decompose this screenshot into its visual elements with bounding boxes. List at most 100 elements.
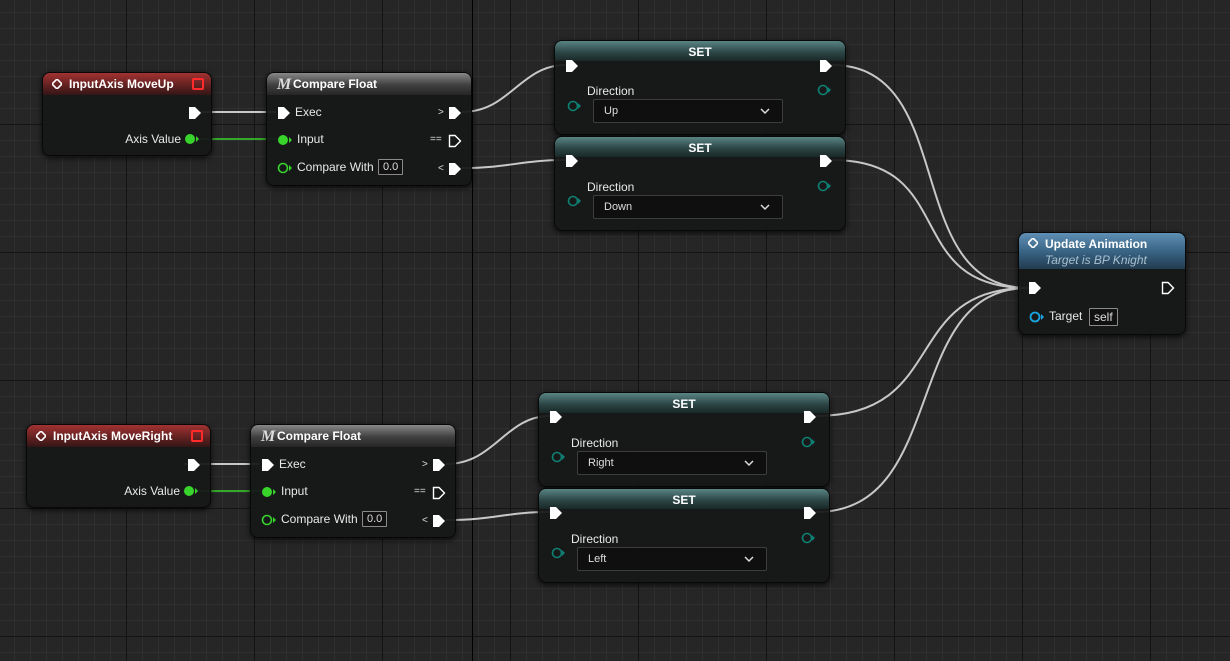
float-in-pin[interactable] — [277, 162, 293, 174]
compare-float-up-node[interactable]: M Compare Float Exec Input Compare With … — [266, 72, 472, 186]
node-header: M Compare Float — [267, 73, 471, 95]
chevron-down-icon — [744, 460, 754, 467]
node-header: SET — [555, 137, 845, 157]
node-title: Compare Float — [293, 77, 378, 91]
function-icon — [1028, 238, 1038, 248]
exec-out-pin[interactable] — [432, 514, 446, 528]
node-title: Compare Float — [277, 429, 362, 443]
target-label: Target — [1049, 309, 1083, 323]
exec-label: Exec — [279, 457, 306, 471]
chevron-down-icon — [744, 556, 754, 563]
node-title: SET — [672, 493, 696, 507]
exec-out-pin[interactable] — [188, 106, 202, 120]
input-axis-moveright-node[interactable]: InputAxis MoveRight Axis Value — [26, 424, 211, 508]
exec-out-pin[interactable] — [448, 162, 462, 176]
direction-label: Direction — [587, 84, 635, 98]
exec-out-pin[interactable] — [187, 458, 201, 472]
set-direction-up-node[interactable]: SET Direction Up — [554, 40, 846, 135]
exec-out-pin[interactable] — [448, 134, 462, 148]
update-animation-node[interactable]: Update Animation Target is BP Knight Tar… — [1018, 232, 1186, 335]
exec-out-pin[interactable] — [448, 106, 462, 120]
enum-out-pin[interactable] — [801, 532, 815, 544]
compare-with-value[interactable]: 0.0 — [362, 511, 388, 527]
dropdown-value: Right — [588, 457, 614, 469]
exec-in-pin[interactable] — [549, 410, 563, 424]
compare-float-right-node[interactable]: M Compare Float Exec Input Compare With … — [250, 424, 456, 538]
input-axis-moveup-node[interactable]: InputAxis MoveUp Axis Value — [42, 72, 212, 156]
direction-dropdown[interactable]: Right — [577, 451, 767, 475]
float-in-pin[interactable] — [261, 486, 277, 498]
direction-label: Direction — [571, 436, 619, 450]
direction-dropdown[interactable]: Up — [593, 99, 783, 123]
chevron-down-icon — [760, 204, 770, 211]
direction-label: Direction — [587, 180, 635, 194]
input-label: Input — [281, 484, 308, 498]
enum-in-pin[interactable] — [567, 195, 581, 207]
greater-label: > — [422, 459, 428, 470]
enum-in-pin[interactable] — [551, 547, 565, 559]
node-header: M Compare Float — [251, 425, 455, 447]
float-in-pin[interactable] — [277, 134, 293, 146]
node-header: InputAxis MoveUp — [43, 73, 211, 95]
exec-out-pin[interactable] — [803, 410, 817, 424]
exec-wire — [445, 511, 551, 521]
event-diamond-icon — [36, 431, 46, 441]
delegate-pin-icon[interactable] — [191, 430, 203, 442]
exec-out-pin[interactable] — [432, 458, 446, 472]
exec-in-pin[interactable] — [261, 458, 275, 472]
node-title: SET — [688, 141, 712, 155]
equal-label: == — [414, 486, 426, 497]
exec-wire — [815, 287, 1029, 513]
enum-out-pin[interactable] — [817, 84, 831, 96]
set-direction-left-node[interactable]: SET Direction Left — [538, 488, 830, 583]
compare-with-value[interactable]: 0.0 — [378, 159, 404, 175]
node-header: SET — [539, 393, 829, 413]
enum-out-pin[interactable] — [817, 180, 831, 192]
axis-value-label: Axis Value — [124, 484, 180, 498]
float-out-pin[interactable] — [183, 485, 199, 497]
direction-label: Direction — [571, 532, 619, 546]
node-header: InputAxis MoveRight — [27, 425, 210, 447]
direction-dropdown[interactable]: Down — [593, 195, 783, 219]
event-diamond-icon — [52, 79, 62, 89]
exec-in-pin[interactable] — [1028, 281, 1042, 295]
greater-label: > — [438, 107, 444, 118]
exec-out-pin[interactable] — [819, 154, 833, 168]
set-direction-right-node[interactable]: SET Direction Right — [538, 392, 830, 487]
delegate-pin-icon[interactable] — [192, 78, 204, 90]
exec-out-pin[interactable] — [819, 59, 833, 73]
equal-label: == — [430, 134, 442, 145]
exec-out-pin[interactable] — [432, 486, 446, 500]
node-subtitle: Target is BP Knight — [1045, 253, 1147, 267]
exec-in-pin[interactable] — [565, 59, 579, 73]
float-in-pin[interactable] — [261, 514, 277, 526]
exec-out-pin[interactable] — [803, 506, 817, 520]
compare-with-label: Compare With — [297, 160, 374, 174]
exec-wire — [445, 415, 551, 465]
enum-in-pin[interactable] — [567, 100, 581, 112]
exec-in-pin[interactable] — [277, 106, 291, 120]
node-header: SET — [555, 41, 845, 61]
input-label: Input — [297, 132, 324, 146]
exec-wire — [461, 64, 567, 113]
object-in-pin[interactable] — [1029, 311, 1045, 323]
node-title: InputAxis MoveUp — [69, 77, 174, 91]
node-title: Update Animation — [1045, 237, 1148, 251]
enum-out-pin[interactable] — [801, 436, 815, 448]
target-value[interactable]: self — [1089, 308, 1118, 326]
exec-in-pin[interactable] — [565, 154, 579, 168]
node-title: SET — [672, 397, 696, 411]
macro-icon: M — [261, 428, 276, 445]
exec-out-pin[interactable] — [1161, 281, 1175, 295]
enum-in-pin[interactable] — [551, 451, 565, 463]
less-label: < — [438, 163, 444, 174]
set-direction-down-node[interactable]: SET Direction Down — [554, 136, 846, 231]
axis-value-label: Axis Value — [125, 132, 181, 146]
macro-icon: M — [277, 76, 292, 93]
exec-wire — [461, 159, 567, 169]
exec-label: Exec — [295, 105, 322, 119]
chevron-down-icon — [760, 108, 770, 115]
exec-in-pin[interactable] — [549, 506, 563, 520]
float-out-pin[interactable] — [184, 133, 200, 145]
direction-dropdown[interactable]: Left — [577, 547, 767, 571]
